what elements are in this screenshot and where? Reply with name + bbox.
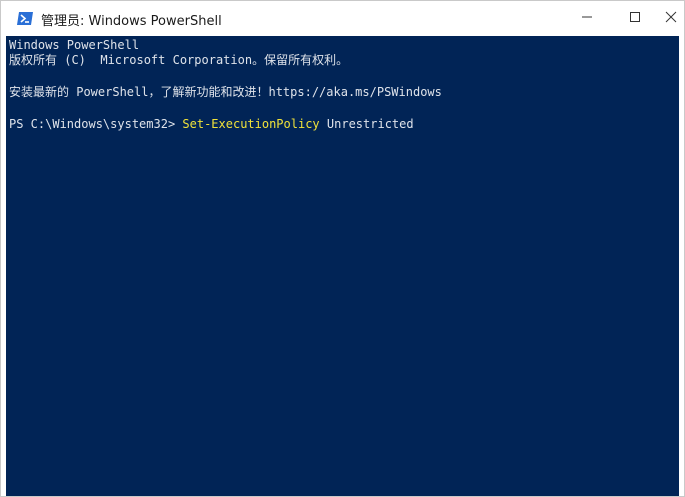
minimize-icon [581, 10, 593, 28]
terminal-line: 版权所有 (C) Microsoft Corporation。保留所有权利。 [9, 53, 349, 67]
command-line[interactable]: PS C:\Windows\system32> Set-ExecutionPol… [9, 117, 414, 131]
maximize-button[interactable] [612, 1, 658, 36]
close-icon [665, 10, 677, 28]
command-name: Set-ExecutionPolicy [182, 117, 320, 131]
terminal-output[interactable]: Windows PowerShell 版权所有 (C) Microsoft Co… [6, 36, 679, 496]
minimize-button[interactable] [564, 1, 610, 36]
powershell-window: 管理员: Windows PowerShell Windows PowerShe… [0, 0, 685, 497]
terminal-line: 安装最新的 PowerShell，了解新功能和改进！https://aka.ms… [9, 85, 442, 99]
window-edge [679, 36, 684, 496]
prompt: PS C:\Windows\system32> [9, 117, 183, 131]
maximize-icon [629, 10, 641, 28]
close-button[interactable] [658, 1, 684, 36]
powershell-icon [17, 12, 33, 25]
terminal-line: Windows PowerShell [9, 38, 140, 52]
command-argument: Unrestricted [319, 117, 414, 131]
window-title: 管理员: Windows PowerShell [41, 14, 222, 29]
title-bar[interactable]: 管理员: Windows PowerShell [1, 1, 684, 36]
